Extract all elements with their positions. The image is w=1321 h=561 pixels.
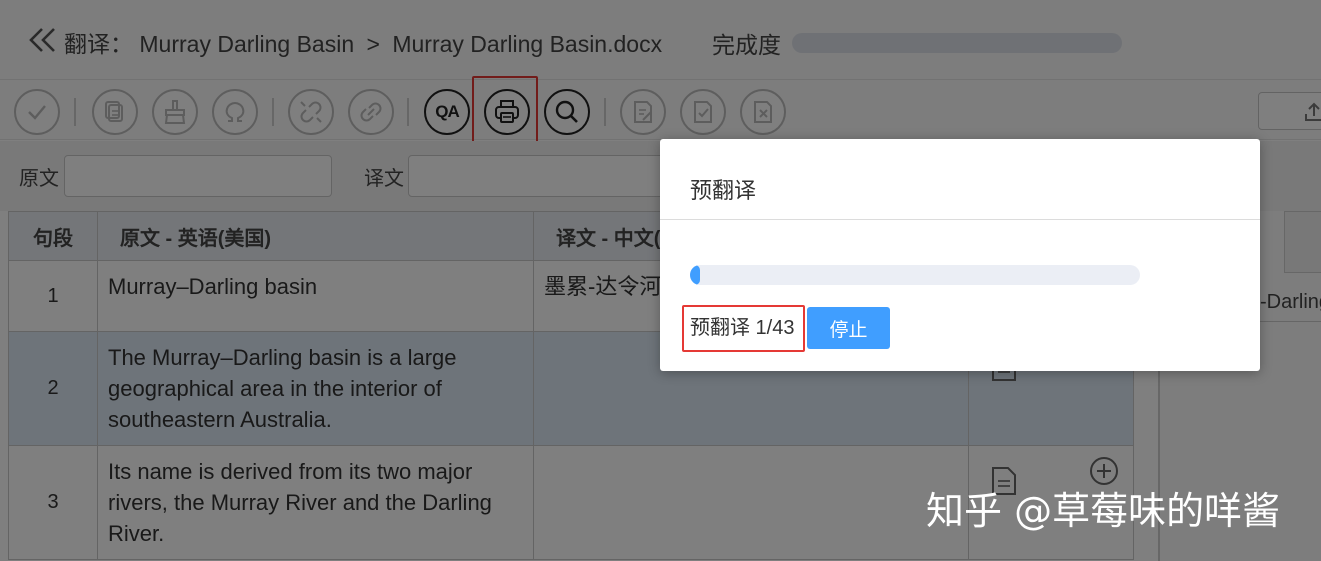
dialog-divider — [660, 219, 1260, 220]
watermark: 知乎 @草莓味的咩酱 — [926, 489, 1281, 533]
pretranslate-status: 预翻译 1/43 — [682, 305, 805, 352]
stop-button[interactable]: 停止 — [807, 307, 890, 349]
pretranslate-progress-fill — [690, 265, 701, 285]
dialog-title: 预翻译 — [690, 178, 757, 203]
pretranslate-dialog: 预翻译 预翻译 1/43 停止 — [660, 139, 1260, 371]
pretranslate-progress-bar — [690, 265, 1140, 285]
